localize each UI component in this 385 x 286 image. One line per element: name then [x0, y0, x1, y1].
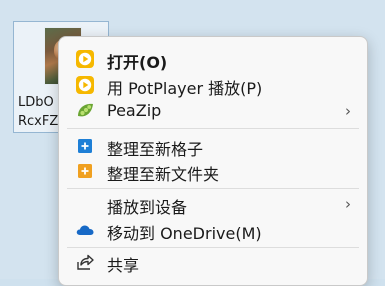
- menu-item-share[interactable]: 共享: [59, 249, 367, 275]
- menu-item-label: 用 PotPlayer 播放(P): [107, 79, 263, 98]
- menu-item-label: PeaZip: [107, 101, 162, 120]
- menu-item-label: 整理至新格子: [107, 140, 204, 159]
- submenu-arrow-icon: ›: [345, 102, 351, 120]
- menu-item-label: 整理至新文件夹: [107, 165, 220, 184]
- play-circle-icon: [76, 50, 94, 68]
- menu-separator: [67, 247, 359, 248]
- menu-item-open[interactable]: 打开(O): [59, 46, 367, 72]
- menu-item-new-fence[interactable]: 整理至新格子: [59, 133, 367, 159]
- menu-item-label: 打开(O): [107, 53, 168, 72]
- plus-box-icon: [78, 139, 92, 153]
- play-circle-icon: [76, 76, 94, 94]
- share-icon: [77, 254, 94, 270]
- menu-item-peazip[interactable]: PeaZip ›: [59, 98, 367, 124]
- plus-folder-icon: [78, 164, 92, 178]
- menu-item-play-potplayer[interactable]: 用 PotPlayer 播放(P): [59, 72, 367, 98]
- menu-separator: [67, 128, 359, 129]
- menu-item-new-folder-fence[interactable]: 整理至新文件夹: [59, 158, 367, 184]
- menu-item-move-to-onedrive[interactable]: 移动到 OneDrive(M): [59, 217, 367, 243]
- submenu-arrow-icon: ›: [345, 195, 351, 213]
- context-menu: 打开(O) 用 PotPlayer 播放(P) PeaZip › 整理至新格子: [58, 36, 368, 286]
- menu-item-cast-to-device[interactable]: 播放到设备 ›: [59, 191, 367, 217]
- menu-separator: [67, 188, 359, 189]
- menu-item-label: 播放到设备: [107, 198, 188, 217]
- menu-item-label: 移动到 OneDrive(M): [107, 224, 262, 243]
- menu-item-label: 共享: [107, 256, 140, 275]
- onedrive-icon: [76, 225, 94, 235]
- peazip-icon: [78, 103, 93, 117]
